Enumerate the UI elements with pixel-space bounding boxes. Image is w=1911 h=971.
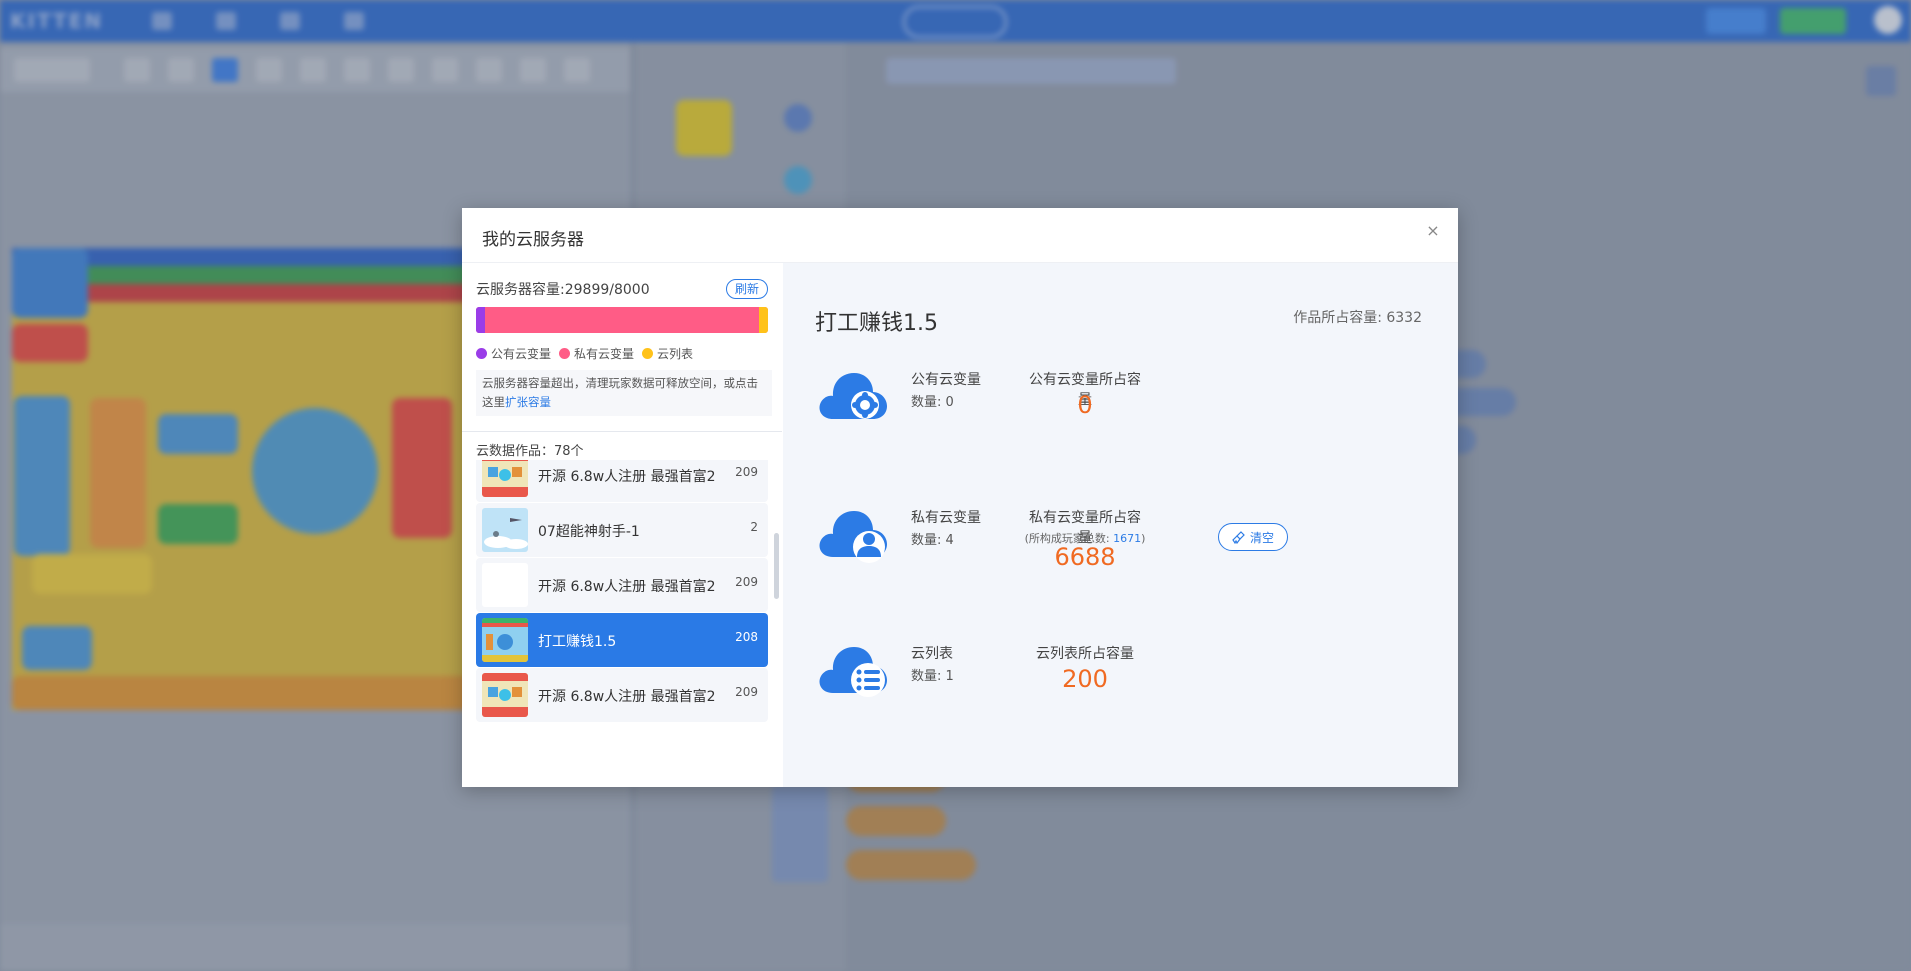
broom-icon xyxy=(1232,530,1245,544)
dialog-title: 我的云服务器 xyxy=(482,230,584,250)
capacity-bar xyxy=(476,307,768,333)
works-list-scrollbar[interactable] xyxy=(774,533,779,599)
close-icon[interactable]: × xyxy=(1422,220,1444,242)
private-variables-title: 私有云变量 xyxy=(911,510,981,526)
list-item[interactable]: 07超能神射手-1 2 xyxy=(476,503,768,557)
yellow-dot-icon xyxy=(642,348,654,359)
works-count-label: 云数据作品：78个 xyxy=(476,444,584,459)
server-capacity-label: 云服务器容量:29899/8000 xyxy=(476,282,650,298)
list-item[interactable]: 开源 6.8w人注册 最强首富2 209 xyxy=(476,668,768,722)
private-capacity-value: 6688 xyxy=(1054,543,1116,571)
cloud-list-capacity-title: 云列表所占容量 xyxy=(1036,646,1134,662)
dialog-header: 我的云服务器 × xyxy=(462,208,1458,263)
legend-item-public: 公有云变量 xyxy=(476,345,551,362)
work-size-label: 作品所占容量: 6332 xyxy=(1293,310,1422,326)
cloud-server-dialog: 我的云服务器 × 云服务器容量:29899/8000 刷新 公有云变量 私有云变… xyxy=(462,208,1458,787)
work-name: 开源 6.8w人注册 最强首富2 xyxy=(538,689,716,705)
works-list: 开源 6.8w人注册 最强首富2 209 07超能神射手-1 2 开源 6.8w… xyxy=(476,460,768,787)
work-thumbnail xyxy=(482,460,528,497)
works-panel: 云服务器容量:29899/8000 刷新 公有云变量 私有云变量 云列表 云服务… xyxy=(462,263,782,787)
capacity-notice: 云服务器容量超出，清理玩家数据可释放空间，或点击这里扩张容量 xyxy=(476,370,772,416)
work-detail-panel: 打工赚钱1.5 作品所占容量: 6332 公有云变量 数量: 0 公有云变量所占… xyxy=(783,263,1458,787)
public-cloud-icon xyxy=(815,361,891,425)
clear-button[interactable]: 清空 xyxy=(1218,523,1288,551)
public-variables-count: 数量: 0 xyxy=(911,395,954,410)
list-item-selected[interactable]: 打工赚钱1.5 208 xyxy=(476,613,768,667)
list-item[interactable]: 开源 6.8w人注册 最强首富2 209 xyxy=(476,460,768,502)
work-thumbnail xyxy=(482,618,528,662)
legend-label: 公有云变量 xyxy=(491,347,552,361)
work-data-count: 209 xyxy=(735,685,758,699)
work-name: 开源 6.8w人注册 最强首富2 xyxy=(538,469,716,485)
cloud-list-icon xyxy=(815,635,891,699)
private-variables-count: 数量: 4 xyxy=(911,533,954,548)
list-item[interactable]: 开源 6.8w人注册 最强首富2 209 xyxy=(476,558,768,612)
public-variables-title: 公有云变量 xyxy=(911,372,981,388)
private-variables-row: 私有云变量 数量: 4 私有云变量所占容量 (所构成玩家总数: 1671) 66… xyxy=(815,499,1435,579)
capacity-legend: 公有云变量 私有云变量 云列表 xyxy=(476,345,693,362)
work-data-count: 209 xyxy=(735,465,758,479)
public-capacity-value: 0 xyxy=(1077,391,1093,419)
capacity-segment-list xyxy=(759,307,768,333)
legend-item-private: 私有云变量 xyxy=(559,345,634,362)
work-thumbnail xyxy=(482,563,528,607)
work-data-count: 2 xyxy=(750,520,758,534)
pink-dot-icon xyxy=(559,348,571,359)
work-data-count: 208 xyxy=(735,630,758,644)
work-name: 07超能神射手-1 xyxy=(538,524,640,540)
capacity-segment-public xyxy=(476,307,485,333)
divider xyxy=(462,431,782,432)
public-variables-row: 公有云变量 数量: 0 公有云变量所占容量 0 xyxy=(815,361,1435,441)
work-title: 打工赚钱1.5 xyxy=(815,311,938,336)
purple-dot-icon xyxy=(476,348,487,359)
legend-item-list: 云列表 xyxy=(642,345,693,362)
legend-label: 私有云变量 xyxy=(574,347,635,361)
work-thumbnail xyxy=(482,673,528,717)
clear-button-label: 清空 xyxy=(1249,530,1274,545)
cloud-list-count: 数量: 1 xyxy=(911,669,954,684)
work-thumbnail xyxy=(482,508,528,552)
expand-capacity-link[interactable]: 扩张容量 xyxy=(505,395,551,409)
work-name: 打工赚钱1.5 xyxy=(538,634,617,650)
cloud-list-capacity-value: 200 xyxy=(1062,665,1108,693)
legend-label: 云列表 xyxy=(657,347,694,361)
cloud-list-row: 云列表 数量: 1 云列表所占容量 200 xyxy=(815,635,1435,715)
work-name: 开源 6.8w人注册 最强首富2 xyxy=(538,579,716,595)
private-cloud-icon xyxy=(815,499,891,563)
work-data-count: 209 xyxy=(735,575,758,589)
refresh-button[interactable]: 刷新 xyxy=(726,279,768,299)
cloud-list-title: 云列表 xyxy=(911,646,953,662)
